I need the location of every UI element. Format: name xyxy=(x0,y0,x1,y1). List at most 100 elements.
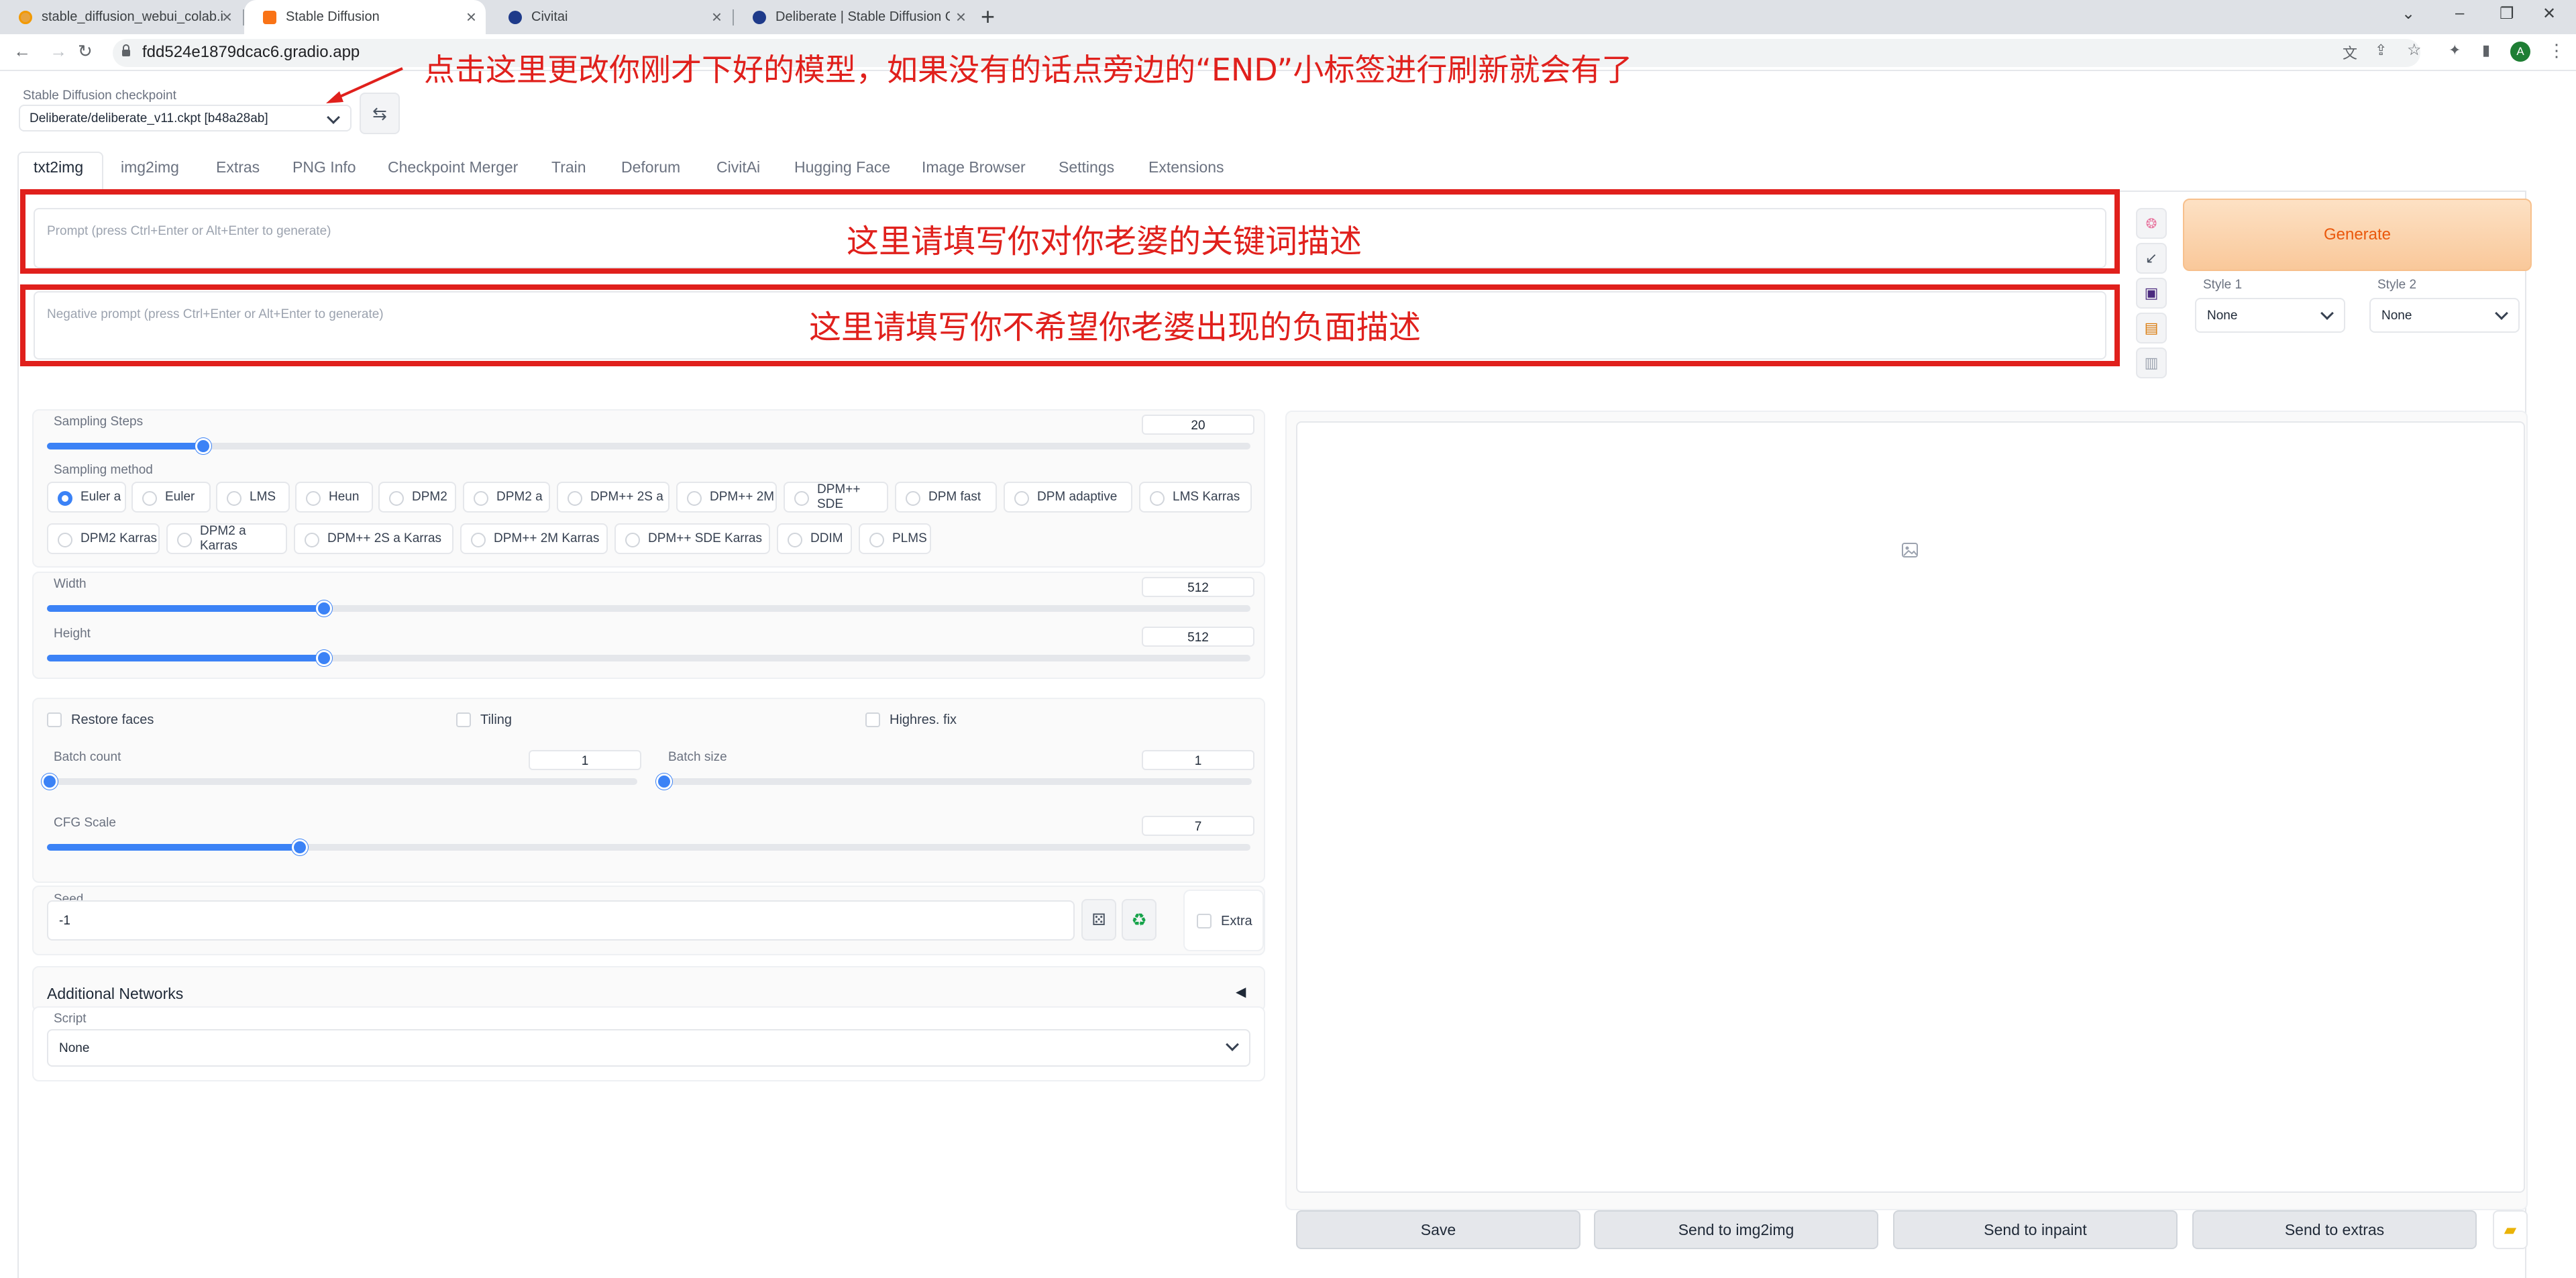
tab-train[interactable]: Train xyxy=(551,158,586,176)
extensions-icon[interactable]: ✦ xyxy=(2449,42,2461,59)
close-icon[interactable]: × xyxy=(712,7,722,28)
profile-avatar[interactable]: A xyxy=(2510,42,2530,62)
tab-settings[interactable]: Settings xyxy=(1059,158,1114,176)
sampling-method-option[interactable]: DPM++ 2M xyxy=(676,482,777,513)
width-input[interactable]: 512 xyxy=(1142,577,1254,597)
additional-networks-accordion[interactable] xyxy=(32,966,1265,1012)
style2-select[interactable]: None xyxy=(2369,298,2520,333)
browser-tab-deliberate[interactable]: Deliberate | Stable Diffusion C × xyxy=(734,0,975,34)
sampling-method-option[interactable]: LMS xyxy=(216,482,290,513)
clear-prompt-icon[interactable]: ▥ xyxy=(2136,348,2167,378)
browser-tab-civitai[interactable]: Civitai × xyxy=(490,0,731,34)
sampling-method-option[interactable]: PLMS xyxy=(859,523,931,554)
close-window-icon[interactable]: ✕ xyxy=(2542,4,2556,23)
checkpoint-select[interactable]: Deliberate/deliberate_v11.ckpt [b48a28ab… xyxy=(19,105,352,131)
batch-size-input[interactable]: 1 xyxy=(1142,750,1254,770)
tab-image-browser[interactable]: Image Browser xyxy=(922,158,1026,176)
close-icon[interactable]: × xyxy=(956,7,966,28)
sampling-steps-input[interactable]: 20 xyxy=(1142,415,1254,435)
reload-icon[interactable]: ↻ xyxy=(78,41,93,62)
save-button[interactable]: Save xyxy=(1296,1210,1580,1249)
open-folder-icon[interactable]: ▰ xyxy=(2493,1210,2528,1249)
sampling-method-option[interactable]: Heun xyxy=(295,482,373,513)
extra-checkbox[interactable] xyxy=(1197,914,1212,928)
apply-style-icon[interactable]: ▤ xyxy=(2136,313,2167,343)
sampling-method-label: DPM++ 2M xyxy=(710,490,775,504)
radio-circle-icon xyxy=(687,491,702,506)
slider-thumb[interactable] xyxy=(291,839,308,855)
close-icon[interactable]: × xyxy=(222,7,232,28)
cfg-scale-slider[interactable] xyxy=(47,839,1250,855)
tab-hugging-face[interactable]: Hugging Face xyxy=(794,158,890,176)
send-to-inpaint-button[interactable]: Send to inpaint xyxy=(1893,1210,2178,1249)
height-input[interactable]: 512 xyxy=(1142,627,1254,647)
translate-icon[interactable]: 文 xyxy=(2343,42,2357,63)
random-seed-icon[interactable]: ⚄ xyxy=(1081,899,1116,941)
save-style-icon[interactable]: ▣ xyxy=(2136,278,2167,309)
generate-button[interactable]: Generate xyxy=(2183,199,2532,271)
sampling-method-option[interactable]: DPM2 xyxy=(378,482,456,513)
sampling-method-option[interactable]: DPM++ SDE Karras xyxy=(614,523,770,554)
cfg-scale-input[interactable]: 7 xyxy=(1142,816,1254,836)
close-icon[interactable]: × xyxy=(466,7,476,28)
tiling-checkbox[interactable] xyxy=(456,712,471,727)
sampling-method-option[interactable]: DPM++ 2M Karras xyxy=(460,523,608,554)
sampling-method-option[interactable]: DPM adaptive xyxy=(1004,482,1132,513)
sidebar-icon[interactable]: ▮ xyxy=(2482,42,2490,59)
sampling-method-option[interactable]: DPM++ 2S a Karras xyxy=(294,523,453,554)
width-slider[interactable] xyxy=(47,600,1250,617)
share-icon[interactable]: ⇪ xyxy=(2375,42,2387,59)
slider-thumb[interactable] xyxy=(315,650,332,666)
tab-extras[interactable]: Extras xyxy=(216,158,260,176)
seed-input[interactable]: -1 xyxy=(47,900,1075,941)
sampling-method-option[interactable]: DPM2 a xyxy=(463,482,550,513)
tab-checkpoint-merger[interactable]: Checkpoint Merger xyxy=(388,158,518,176)
tab-civitai[interactable]: CivitAi xyxy=(716,158,760,176)
tab-png-info[interactable]: PNG Info xyxy=(292,158,356,176)
bookmark-star-icon[interactable]: ☆ xyxy=(2407,40,2422,60)
batch-size-slider[interactable] xyxy=(656,774,1252,790)
sampling-method-label: DPM2 a Karras xyxy=(200,524,246,553)
sampling-method-option[interactable]: DPM++ SDE xyxy=(784,482,888,513)
send-to-img2img-button[interactable]: Send to img2img xyxy=(1594,1210,1878,1249)
radio-circle-icon xyxy=(568,491,582,506)
sampling-method-option[interactable]: DPM2 Karras xyxy=(47,523,160,554)
reuse-seed-icon[interactable]: ♻ xyxy=(1122,899,1157,941)
menu-icon[interactable]: ⋮ xyxy=(2548,40,2565,61)
sampling-method-option[interactable]: DPM++ 2S a xyxy=(557,482,669,513)
style1-select[interactable]: None xyxy=(2195,298,2345,333)
sampling-method-option[interactable]: Euler xyxy=(131,482,211,513)
batch-count-slider[interactable] xyxy=(42,774,637,790)
sampling-method-option[interactable]: Euler a xyxy=(47,482,126,513)
slider-thumb[interactable] xyxy=(315,600,332,617)
collapse-arrow-icon[interactable]: ◀ xyxy=(1236,983,1246,1000)
sampling-method-option[interactable]: DPM2 a Karras xyxy=(166,523,287,554)
back-icon[interactable]: ← xyxy=(13,41,31,62)
forward-icon[interactable]: → xyxy=(50,41,67,62)
restore-icon[interactable]: ❐ xyxy=(2500,4,2514,23)
radio-circle-icon xyxy=(142,491,157,506)
interrogate-icon[interactable]: ❂ xyxy=(2136,208,2167,239)
tab-deforum[interactable]: Deforum xyxy=(621,158,680,176)
minimize-icon[interactable]: – xyxy=(2455,4,2464,23)
sampling-method-label: Sampling method xyxy=(54,463,153,477)
new-tab-icon[interactable]: + xyxy=(981,3,995,31)
browser-tab-colab[interactable]: stable_diffusion_webui_colab.i × xyxy=(0,0,241,34)
sampling-method-option[interactable]: LMS Karras xyxy=(1139,482,1252,513)
sampling-method-option[interactable]: DPM fast xyxy=(895,482,997,513)
tab-extensions[interactable]: Extensions xyxy=(1148,158,1224,176)
batch-count-input[interactable]: 1 xyxy=(529,750,641,770)
browser-tab-stable-diffusion[interactable]: Stable Diffusion × xyxy=(244,0,486,34)
sampling-steps-slider[interactable] xyxy=(47,438,1250,454)
chevron-down-icon[interactable]: ⌄ xyxy=(2402,4,2415,23)
sampling-method-option[interactable]: DDIM xyxy=(777,523,852,554)
tab-txt2img[interactable]: txt2img xyxy=(34,158,83,176)
tab-img2img[interactable]: img2img xyxy=(121,158,179,176)
read-params-icon[interactable]: ↙ xyxy=(2136,243,2167,274)
script-select[interactable]: None xyxy=(47,1029,1250,1067)
height-slider[interactable] xyxy=(47,650,1250,666)
highres-fix-checkbox[interactable] xyxy=(865,712,880,727)
send-to-extras-button[interactable]: Send to extras xyxy=(2192,1210,2477,1249)
chevron-down-icon xyxy=(2495,307,2508,320)
restore-faces-checkbox[interactable] xyxy=(47,712,62,727)
